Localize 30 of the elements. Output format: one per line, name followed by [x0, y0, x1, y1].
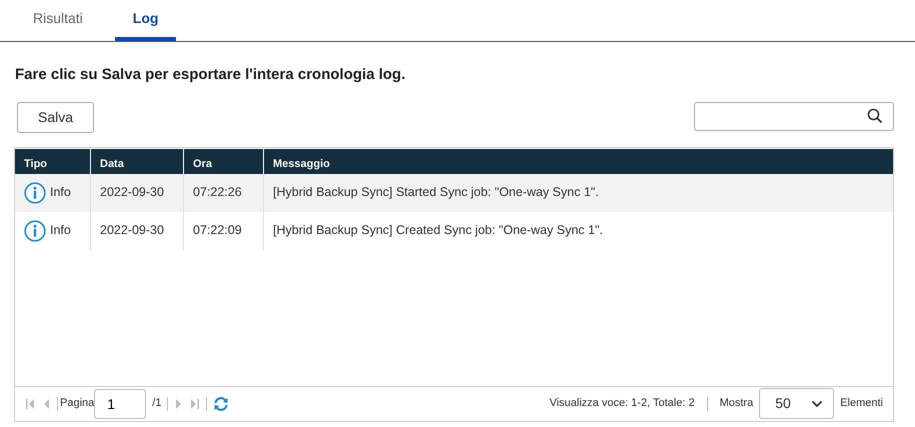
- pager-summary: Visualizza voce: 1-2, Totale: 2: [549, 396, 695, 412]
- page-size-select[interactable]: 50: [759, 388, 834, 419]
- table-cell-text: 2022-09-30: [100, 222, 164, 240]
- page-input[interactable]: 1: [94, 388, 146, 418]
- column-header: Tipo: [23, 156, 48, 172]
- page-label: Pagina: [60, 396, 94, 412]
- table-row[interactable]: Info 2022-09-30 07:22:09 [Hybrid Backup Sync] Created Sync job: "One-way Sync 1".: [15, 212, 893, 250]
- instruction-text: Fare clic su Salva per esportare l'intera cronologia log.: [15, 65, 406, 85]
- table-cell-text: [Hybrid Backup Sync] Created Sync job: "One-way Sync 1".: [273, 222, 603, 240]
- info-icon: [24, 220, 46, 242]
- table-cell-text: Info: [50, 184, 71, 202]
- table-cell-text: Info: [50, 222, 71, 240]
- save-button[interactable]: Salva: [17, 102, 94, 132]
- items-label: Elementi: [840, 396, 883, 412]
- tab[interactable]: Log: [114, 0, 176, 41]
- show-label: Mostra: [720, 396, 754, 412]
- first-page-button[interactable]: [25, 398, 35, 410]
- search-icon: [867, 108, 883, 124]
- last-page-button[interactable]: [190, 398, 200, 410]
- refresh-button[interactable]: [213, 396, 230, 412]
- page-total: /1: [152, 396, 162, 412]
- table-cell-text: 07:22:26: [193, 184, 242, 202]
- tab[interactable]: Risultati: [15, 0, 101, 41]
- info-icon: [24, 182, 46, 204]
- search-field[interactable]: [694, 102, 894, 130]
- table-cell-text: 07:22:09: [193, 222, 242, 240]
- table-cell-text: 2022-09-30: [100, 184, 164, 202]
- chevron-down-icon: [811, 400, 824, 408]
- table-cell-text: [Hybrid Backup Sync] Started Sync job: "One-way Sync 1".: [273, 184, 599, 202]
- table-row[interactable]: Info 2022-09-30 07:22:26 [Hybrid Backup Sync] Started Sync job: "One-way Sync 1".: [15, 174, 893, 212]
